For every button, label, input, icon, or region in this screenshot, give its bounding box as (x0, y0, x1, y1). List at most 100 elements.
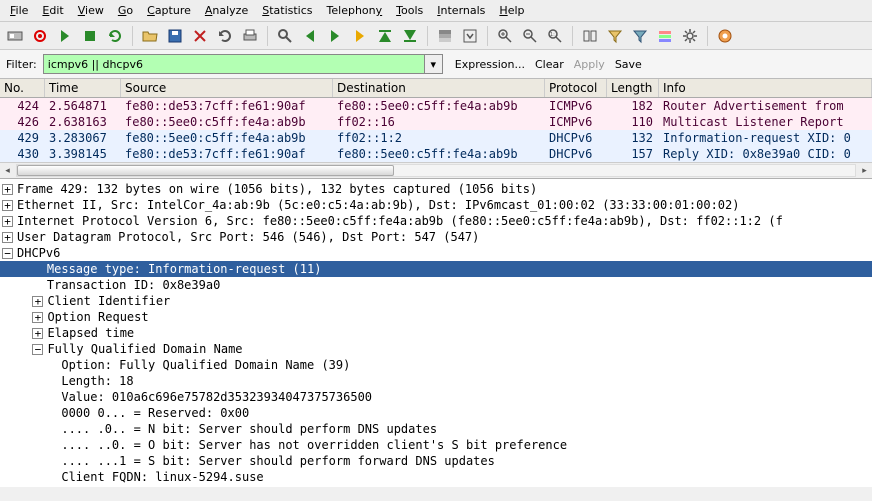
tree-dhcpv6-txid[interactable]: Transaction ID: 0x8e39a0 (0, 277, 872, 293)
cell-length: 110 (607, 114, 659, 130)
save-file-icon[interactable] (164, 25, 186, 47)
menu-internals[interactable]: Internals (431, 2, 491, 19)
menu-telephony[interactable]: Telephony (321, 2, 389, 19)
cell-destination: ff02::16 (333, 114, 545, 130)
packet-row[interactable]: 4303.398145fe80::de53:7cff:fe61:90affe80… (0, 146, 872, 162)
expand-icon[interactable]: + (32, 296, 43, 307)
interfaces-icon[interactable] (4, 25, 26, 47)
go-last-icon[interactable] (399, 25, 421, 47)
tree-elapsed-time[interactable]: +Elapsed time (0, 325, 872, 341)
cell-destination: fe80::5ee0:c5ff:fe4a:ab9b (333, 98, 545, 114)
expand-icon[interactable]: + (32, 312, 43, 323)
scroll-left-icon[interactable]: ◂ (0, 163, 15, 178)
go-to-packet-icon[interactable] (349, 25, 371, 47)
reload-icon[interactable] (214, 25, 236, 47)
tree-fqdn-n-bit[interactable]: .... .0.. = N bit: Server should perform… (0, 421, 872, 437)
packet-row[interactable]: 4262.638163fe80::5ee0:c5ff:fe4a:ab9bff02… (0, 114, 872, 130)
auto-scroll-icon[interactable] (459, 25, 481, 47)
filter-dropdown-icon[interactable]: ▾ (425, 54, 443, 74)
menu-edit[interactable]: Edit (36, 2, 69, 19)
menu-bar: File Edit View Go Capture Analyze Statis… (0, 0, 872, 22)
col-no[interactable]: No. (0, 79, 45, 97)
expand-icon[interactable]: + (2, 232, 13, 243)
packet-row[interactable]: 4293.283067fe80::5ee0:c5ff:fe4a:ab9bff02… (0, 130, 872, 146)
tree-option-request[interactable]: +Option Request (0, 309, 872, 325)
expand-icon[interactable]: + (2, 184, 13, 195)
cell-protocol: ICMPv6 (545, 98, 607, 114)
packet-details-pane: +Frame 429: 132 bytes on wire (1056 bits… (0, 179, 872, 487)
col-source[interactable]: Source (121, 79, 333, 97)
col-destination[interactable]: Destination (333, 79, 545, 97)
tree-ipv6[interactable]: +Internet Protocol Version 6, Src: fe80:… (0, 213, 872, 229)
tree-dhcpv6-msg-type[interactable]: Message type: Information-request (11) (0, 261, 872, 277)
colorize-icon[interactable] (434, 25, 456, 47)
cell-info: Reply XID: 0x8e39a0 CID: 0 (659, 146, 872, 162)
cell-source: fe80::de53:7cff:fe61:90af (121, 98, 333, 114)
tree-dhcpv6[interactable]: −DHCPv6 (0, 245, 872, 261)
collapse-icon[interactable]: − (2, 248, 13, 259)
tree-fqdn[interactable]: −Fully Qualified Domain Name (0, 341, 872, 357)
col-length[interactable]: Length (607, 79, 659, 97)
zoom-in-icon[interactable] (494, 25, 516, 47)
print-icon[interactable] (239, 25, 261, 47)
tree-fqdn-length[interactable]: Length: 18 (0, 373, 872, 389)
go-forward-icon[interactable] (324, 25, 346, 47)
scroll-thumb[interactable] (17, 165, 394, 176)
expand-icon[interactable]: + (32, 328, 43, 339)
packet-row[interactable]: 4242.564871fe80::de53:7cff:fe61:90affe80… (0, 98, 872, 114)
menu-statistics[interactable]: Statistics (256, 2, 318, 19)
display-filters-icon[interactable] (629, 25, 651, 47)
start-capture-icon[interactable] (54, 25, 76, 47)
zoom-out-icon[interactable] (519, 25, 541, 47)
expand-icon[interactable]: + (2, 216, 13, 227)
restart-capture-icon[interactable] (104, 25, 126, 47)
find-icon[interactable] (274, 25, 296, 47)
filter-apply-button[interactable]: Apply (574, 58, 605, 71)
filter-save-button[interactable]: Save (615, 58, 642, 71)
col-info[interactable]: Info (659, 79, 872, 97)
preferences-icon[interactable] (679, 25, 701, 47)
tree-frame[interactable]: +Frame 429: 132 bytes on wire (1056 bits… (0, 181, 872, 197)
close-file-icon[interactable] (189, 25, 211, 47)
col-time[interactable]: Time (45, 79, 121, 97)
stop-capture-icon[interactable] (79, 25, 101, 47)
menu-capture[interactable]: Capture (141, 2, 197, 19)
menu-help[interactable]: Help (493, 2, 530, 19)
col-protocol[interactable]: Protocol (545, 79, 607, 97)
go-first-icon[interactable] (374, 25, 396, 47)
tree-ethernet[interactable]: +Ethernet II, Src: IntelCor_4a:ab:9b (5c… (0, 197, 872, 213)
zoom-100-icon[interactable]: 1:1 (544, 25, 566, 47)
tree-fqdn-value[interactable]: Value: 010a6c696e75782d35323934047375736… (0, 389, 872, 405)
tree-fqdn-client[interactable]: Client FQDN: linux-5294.suse (0, 469, 872, 485)
filter-input[interactable] (43, 54, 425, 74)
tree-fqdn-s-bit[interactable]: .... ...1 = S bit: Server should perform… (0, 453, 872, 469)
svg-text:1:1: 1:1 (550, 32, 558, 38)
cell-destination: fe80::5ee0:c5ff:fe4a:ab9b (333, 146, 545, 162)
go-back-icon[interactable] (299, 25, 321, 47)
menu-view[interactable]: View (72, 2, 110, 19)
menu-tools[interactable]: Tools (390, 2, 429, 19)
packet-list-header[interactable]: No. Time Source Destination Protocol Len… (0, 79, 872, 98)
menu-file[interactable]: File (4, 2, 34, 19)
tree-udp[interactable]: +User Datagram Protocol, Src Port: 546 (… (0, 229, 872, 245)
capture-options-icon[interactable] (29, 25, 51, 47)
filter-clear-button[interactable]: Clear (535, 58, 564, 71)
coloring-rules-icon[interactable] (654, 25, 676, 47)
tree-fqdn-reserved[interactable]: 0000 0... = Reserved: 0x00 (0, 405, 872, 421)
help-icon[interactable] (714, 25, 736, 47)
tree-fqdn-o-bit[interactable]: .... ..0. = O bit: Server has not overri… (0, 437, 872, 453)
filter-expression-button[interactable]: Expression... (455, 58, 525, 71)
resize-columns-icon[interactable] (579, 25, 601, 47)
cell-time: 2.564871 (45, 98, 121, 114)
scroll-right-icon[interactable]: ▸ (857, 163, 872, 178)
open-file-icon[interactable] (139, 25, 161, 47)
collapse-icon[interactable]: − (32, 344, 43, 355)
packet-list-hscrollbar[interactable]: ◂ ▸ (0, 162, 872, 178)
packet-list-pane: No. Time Source Destination Protocol Len… (0, 79, 872, 179)
tree-fqdn-option[interactable]: Option: Fully Qualified Domain Name (39) (0, 357, 872, 373)
capture-filters-icon[interactable] (604, 25, 626, 47)
menu-go[interactable]: Go (112, 2, 139, 19)
tree-client-id[interactable]: +Client Identifier (0, 293, 872, 309)
expand-icon[interactable]: + (2, 200, 13, 211)
menu-analyze[interactable]: Analyze (199, 2, 254, 19)
